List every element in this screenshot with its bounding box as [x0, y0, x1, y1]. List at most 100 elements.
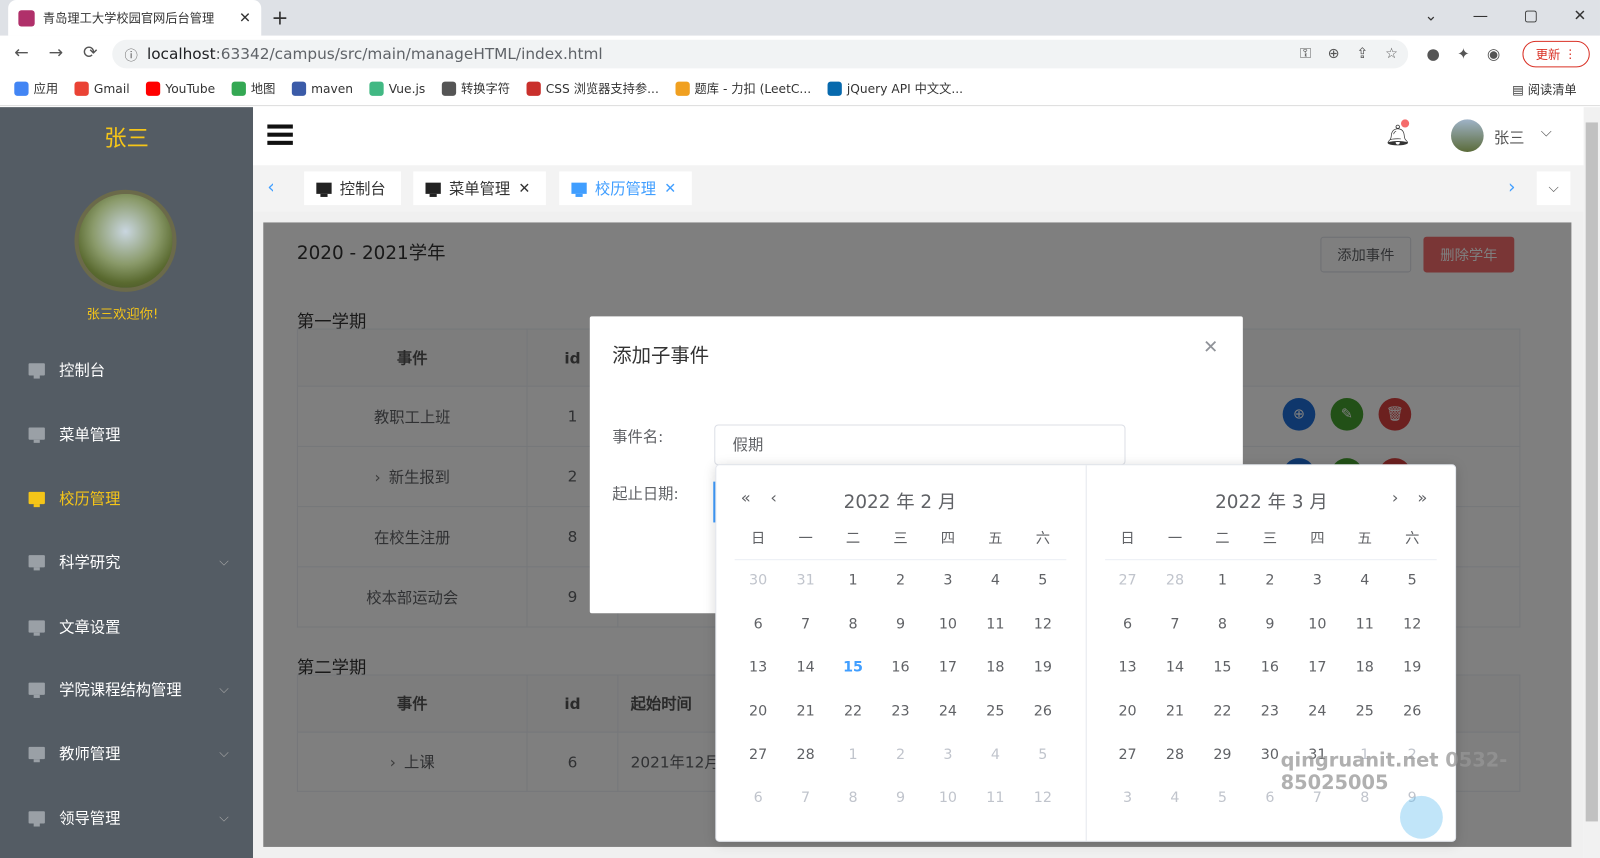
calendar-day[interactable]: 8 [1202, 616, 1243, 632]
tab-3[interactable]: 校历管理 ✕ [559, 171, 692, 206]
calendar-day[interactable]: 6 [738, 790, 779, 806]
calendar-day[interactable]: 11 [1344, 616, 1385, 632]
calendar-day[interactable]: 1 [1202, 572, 1243, 588]
sidebar-item[interactable]: 教师管理 ⌵ [0, 728, 253, 779]
calendar-day[interactable]: 14 [1155, 659, 1196, 675]
bookmark-item[interactable]: 转换字符 [441, 80, 510, 97]
calendar-day[interactable]: 16 [1249, 659, 1290, 675]
extension-icons[interactable]: ● ✦ ◉ [1427, 45, 1501, 63]
toolbar-icons[interactable]: ⚿ ⊕ ⇪ ☆ [1300, 46, 1398, 62]
close-tab-icon[interactable]: ✕ [239, 10, 251, 26]
url-input[interactable]: ⓘ localhost:63342/campus/src/main/manage… [112, 39, 1409, 69]
sidebar-item[interactable]: 领导管理 ⌵ [0, 792, 253, 843]
calendar-day[interactable]: 9 [880, 616, 921, 632]
reading-list[interactable]: ▤ 阅读清单 [1512, 81, 1576, 98]
scrollbar-thumb[interactable] [1585, 122, 1598, 822]
calendar-day[interactable]: 12 [1022, 790, 1063, 806]
calendar-day[interactable]: 20 [1107, 703, 1148, 719]
calendar-day[interactable]: 4 [975, 572, 1016, 588]
bookmark-item[interactable]: Vue.js [369, 81, 425, 96]
calendar-day[interactable]: 14 [785, 659, 826, 675]
sidebar-item[interactable]: 文章设置 [0, 601, 253, 652]
calendar-day[interactable]: 28 [785, 747, 826, 763]
event-name-input[interactable]: 假期 [714, 424, 1126, 466]
calendar-day[interactable]: 20 [738, 703, 779, 719]
calendar-day[interactable]: 6 [738, 616, 779, 632]
calendar-day[interactable]: 21 [785, 703, 826, 719]
window-controls[interactable]: ⌄ — ▢ ✕ [1424, 6, 1586, 24]
calendar-day[interactable]: 1 [833, 572, 874, 588]
update-button[interactable]: 更新 ⋮ [1522, 40, 1590, 68]
calendar-day[interactable]: 12 [1392, 616, 1433, 632]
calendar-day[interactable]: 31 [785, 572, 826, 588]
sidebar-item[interactable]: 校历管理 [0, 472, 253, 523]
calendar-day[interactable]: 17 [928, 659, 969, 675]
bookmark-item[interactable]: 应用 [14, 80, 58, 97]
bookmark-item[interactable]: 地图 [231, 80, 275, 97]
calendar-day[interactable]: 29 [1202, 747, 1243, 763]
calendar-day[interactable]: 6 [1107, 616, 1148, 632]
bookmark-item[interactable]: Gmail [74, 81, 130, 96]
sidebar-item[interactable]: 科学研究 ⌵ [0, 536, 253, 587]
calendar-day[interactable]: 25 [975, 703, 1016, 719]
calendar-day[interactable]: 5 [1392, 572, 1433, 588]
calendar-day[interactable]: 10 [928, 616, 969, 632]
calendar-day[interactable]: 13 [1107, 659, 1148, 675]
calendar-day[interactable]: 24 [928, 703, 969, 719]
calendar-day[interactable]: 5 [1022, 572, 1063, 588]
calendar-day[interactable]: 17 [1297, 659, 1338, 675]
calendar-day[interactable]: 27 [1107, 572, 1148, 588]
calendar-day[interactable]: 23 [880, 703, 921, 719]
sidebar-item[interactable]: 菜单管理 [0, 408, 253, 459]
calendar-day[interactable]: 22 [833, 703, 874, 719]
calendar-day[interactable]: 7 [1155, 616, 1196, 632]
next-year-button[interactable]: » [1417, 488, 1427, 507]
calendar-day[interactable]: 4 [1344, 572, 1385, 588]
calendar-day[interactable]: 2 [880, 572, 921, 588]
close-tab-icon[interactable]: ✕ [664, 180, 676, 196]
sidebar-item[interactable]: 控制台 [0, 344, 253, 395]
tags-scroll-right[interactable]: › [1508, 177, 1515, 198]
hamburger-icon[interactable] [267, 124, 293, 145]
calendar-day[interactable]: 19 [1022, 659, 1063, 675]
calendar-day[interactable]: 27 [738, 747, 779, 763]
tab-1[interactable]: 控制台 [304, 171, 402, 206]
calendar-day[interactable]: 11 [975, 616, 1016, 632]
calendar-day[interactable]: 23 [1249, 703, 1290, 719]
calendar-day[interactable]: 9 [1249, 616, 1290, 632]
chevron-down-icon[interactable]: ⌵ [1541, 124, 1552, 140]
calendar-day[interactable]: 18 [975, 659, 1016, 675]
calendar-day[interactable]: 22 [1202, 703, 1243, 719]
tags-dropdown[interactable]: ⌵ [1536, 171, 1571, 206]
calendar-day[interactable]: 25 [1344, 703, 1385, 719]
new-tab-button[interactable]: + [271, 5, 288, 29]
bookmark-item[interactable]: maven [291, 81, 353, 96]
calendar-day[interactable]: 5 [1202, 790, 1243, 806]
calendar-day[interactable]: 28 [1155, 572, 1196, 588]
calendar-day[interactable]: 27 [1107, 747, 1148, 763]
bell-icon[interactable]: 🔔︎ [1385, 119, 1411, 147]
calendar-day[interactable]: 21 [1155, 703, 1196, 719]
next-month-button[interactable]: › [1392, 488, 1399, 507]
calendar-day[interactable]: 15 [1202, 659, 1243, 675]
calendar-day[interactable]: 2 [1249, 572, 1290, 588]
calendar-day[interactable]: 18 [1344, 659, 1385, 675]
bookmark-item[interactable]: 题库 - 力扣 (LeetC... [675, 80, 811, 97]
calendar-day[interactable]: 8 [833, 616, 874, 632]
bookmark-item[interactable]: YouTube [145, 81, 215, 96]
calendar-day[interactable]: 30 [738, 572, 779, 588]
calendar-day[interactable]: 2 [880, 747, 921, 763]
nav-buttons[interactable]: ← → ⟳ [14, 43, 97, 63]
sidebar-item[interactable]: 学院课程结构管理 ⌵ [0, 663, 253, 714]
calendar-day[interactable]: 26 [1022, 703, 1063, 719]
calendar-day[interactable]: 4 [1155, 790, 1196, 806]
calendar-day[interactable]: 15 [833, 659, 874, 675]
calendar-day[interactable]: 4 [975, 747, 1016, 763]
bookmark-item[interactable]: jQuery API 中文文... [827, 80, 963, 97]
tab-2[interactable]: 菜单管理 ✕ [413, 171, 546, 206]
calendar-day[interactable]: 13 [738, 659, 779, 675]
bookmark-item[interactable]: CSS 浏览器支持参... [526, 80, 659, 97]
calendar-day[interactable]: 1 [833, 747, 874, 763]
calendar-day[interactable]: 7 [785, 616, 826, 632]
calendar-day[interactable]: 3 [928, 747, 969, 763]
